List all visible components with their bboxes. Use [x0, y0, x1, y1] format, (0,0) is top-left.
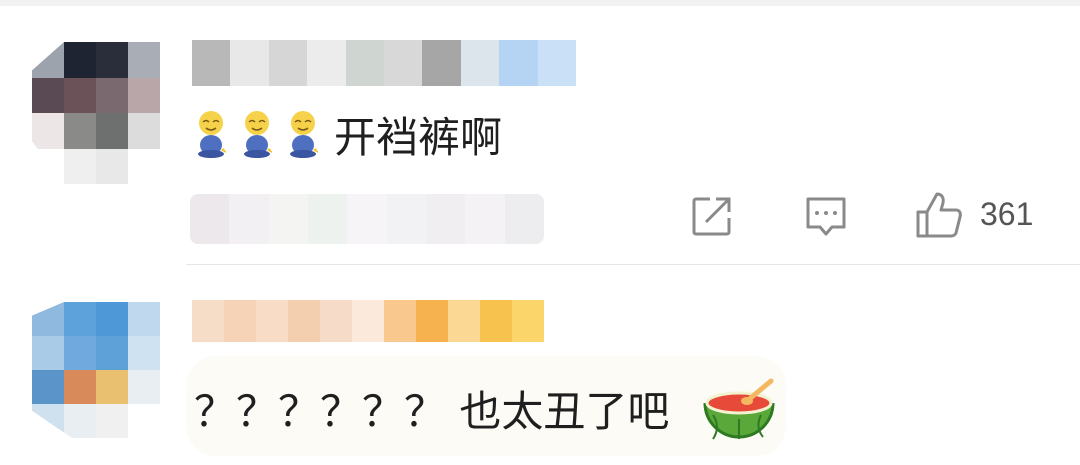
pixel-block	[32, 148, 64, 184]
pixel-block	[160, 42, 192, 78]
pixel-block	[307, 40, 346, 86]
pixel-block	[499, 40, 538, 86]
pixel-block	[32, 370, 64, 404]
pixel-block	[128, 42, 160, 78]
share-icon[interactable]	[690, 194, 734, 238]
pixel-block	[64, 148, 96, 184]
pixel-block	[32, 113, 64, 149]
pixel-block	[504, 194, 544, 244]
pixel-block	[128, 370, 160, 404]
pixel-block	[96, 336, 128, 370]
pixel-block	[480, 300, 512, 342]
pixel-block	[192, 40, 231, 86]
baby-sitting-emoji	[242, 110, 274, 158]
pixel-block	[32, 404, 64, 438]
baby-sitting-emoji	[196, 110, 228, 158]
pixel-block	[347, 194, 387, 244]
pixel-block	[64, 113, 96, 149]
thumbs-up-icon[interactable]	[914, 190, 964, 240]
pixel-block	[160, 302, 192, 336]
pixel-block	[64, 302, 96, 336]
pixel-block	[422, 40, 461, 86]
pixel-block	[288, 300, 320, 342]
pixel-block	[384, 300, 416, 342]
pixel-block	[96, 148, 128, 184]
pixel-block	[256, 300, 288, 342]
pixel-block	[32, 336, 64, 370]
pixel-block	[268, 40, 308, 86]
avatar[interactable]	[32, 302, 192, 438]
pixel-block	[192, 300, 224, 342]
pixel-block	[96, 77, 128, 113]
pixel-block	[160, 148, 192, 184]
pixel-block	[160, 336, 192, 370]
pixel-block	[268, 194, 308, 244]
pixel-block	[224, 300, 256, 342]
pixel-block	[64, 42, 96, 78]
pixel-block	[64, 336, 96, 370]
pixel-block	[230, 40, 269, 86]
pixel-block	[160, 77, 192, 113]
pixel-block	[160, 113, 192, 149]
username-blurred[interactable]	[192, 40, 577, 86]
pixel-block	[32, 77, 64, 113]
watermelon-emoji	[699, 373, 779, 443]
pixel-block	[384, 40, 423, 86]
pixel-block	[128, 77, 160, 113]
pixel-block	[128, 336, 160, 370]
username-blurred[interactable]	[192, 300, 544, 342]
previous-item-edge	[0, 0, 1080, 6]
pixel-block	[460, 40, 500, 86]
pixel-block	[416, 300, 448, 342]
pixel-block	[32, 42, 64, 78]
pixel-block	[320, 300, 352, 342]
pixel-block	[190, 194, 230, 244]
pixel-block	[229, 194, 269, 244]
like-count: 361	[980, 196, 1034, 232]
pixel-block	[128, 148, 160, 184]
baby-sitting-emoji	[288, 110, 320, 158]
pixel-block	[352, 300, 384, 342]
comment-meta-blurred	[190, 194, 544, 244]
pixel-block	[465, 194, 505, 244]
pixel-block	[448, 300, 480, 342]
pixel-block	[128, 404, 160, 438]
pixel-block	[96, 113, 128, 149]
comment-icon[interactable]	[804, 194, 848, 238]
pixel-block	[512, 300, 544, 342]
pixel-block	[96, 42, 128, 78]
comment-text: 开裆裤啊	[196, 104, 502, 164]
pixel-block	[96, 370, 128, 404]
comment-text: ？？？？？？ 也太丑了吧	[194, 378, 779, 440]
pixel-block	[96, 404, 128, 438]
pixel-block	[386, 194, 426, 244]
pixel-block	[64, 77, 96, 113]
pixel-block	[345, 40, 385, 86]
pixel-block	[307, 194, 348, 244]
pixel-block	[64, 404, 96, 438]
pixel-block	[537, 40, 577, 86]
pixel-block	[96, 302, 128, 336]
pixel-block	[32, 302, 64, 336]
pixel-block	[128, 113, 160, 149]
divider	[186, 264, 1080, 265]
pixel-block	[425, 194, 466, 244]
avatar[interactable]	[32, 42, 192, 184]
comment-body: 开裆裤啊	[334, 112, 503, 162]
comment-body: ？？？？？？ 也太丑了吧	[194, 386, 670, 436]
pixel-block	[64, 370, 96, 404]
pixel-block	[128, 302, 160, 336]
